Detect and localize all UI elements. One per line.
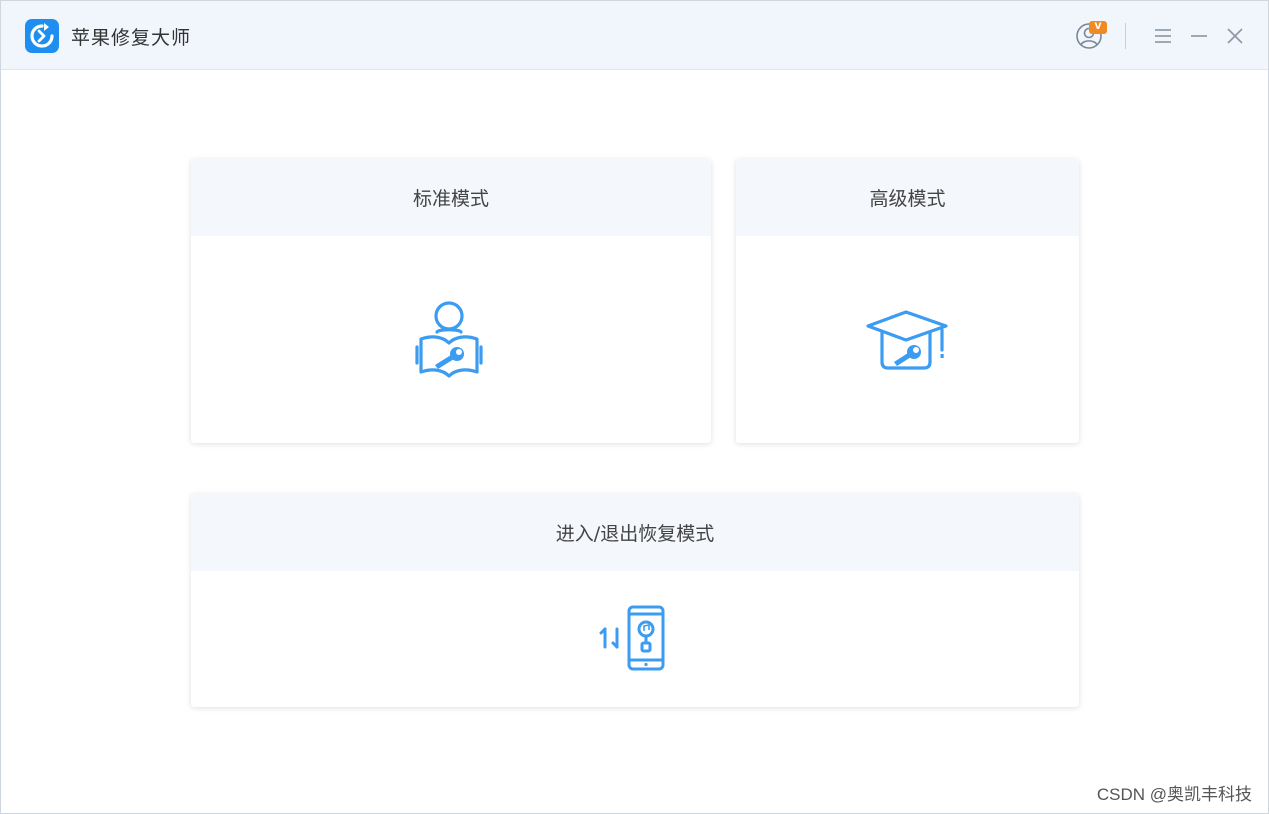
minimize-button[interactable] <box>1185 19 1213 53</box>
menu-icon <box>1155 29 1171 43</box>
standard-mode-card[interactable]: 标准模式 <box>191 159 711 443</box>
graduation-cap-wrench-icon <box>865 309 948 370</box>
advanced-mode-title: 高级模式 <box>736 159 1079 236</box>
recovery-mode-card[interactable]: 进入/退出恢复模式 <box>191 494 1079 707</box>
close-button[interactable] <box>1221 19 1249 53</box>
advanced-mode-card[interactable]: 高级模式 <box>736 159 1079 443</box>
standard-mode-title: 标准模式 <box>191 159 711 236</box>
watermark-text: CSDN @奥凯丰科技 <box>1096 785 1252 804</box>
minimize-icon <box>1191 35 1207 37</box>
close-icon <box>1227 28 1243 44</box>
user-account-button[interactable]: V <box>1067 19 1113 53</box>
vip-badge: V <box>1089 21 1107 34</box>
recovery-mode-title: 进入/退出恢复模式 <box>191 494 1079 571</box>
app-title: 苹果修复大师 <box>71 27 192 49</box>
advanced-mode-body <box>736 236 1079 443</box>
titlebar-divider <box>1125 23 1126 49</box>
phone-itunes-transfer-icon <box>599 605 665 671</box>
app-window: 苹果修复大师 V 标准模式 高级模式 进入/退出恢复模式 CSDN @奥凯丰科技 <box>0 0 1269 814</box>
title-bar: 苹果修复大师 V <box>1 1 1268 70</box>
app-logo-icon <box>25 19 59 53</box>
menu-button[interactable] <box>1149 19 1177 53</box>
person-wrench-book-icon <box>415 300 483 378</box>
standard-mode-body <box>191 236 711 443</box>
recovery-mode-body <box>191 571 1079 707</box>
